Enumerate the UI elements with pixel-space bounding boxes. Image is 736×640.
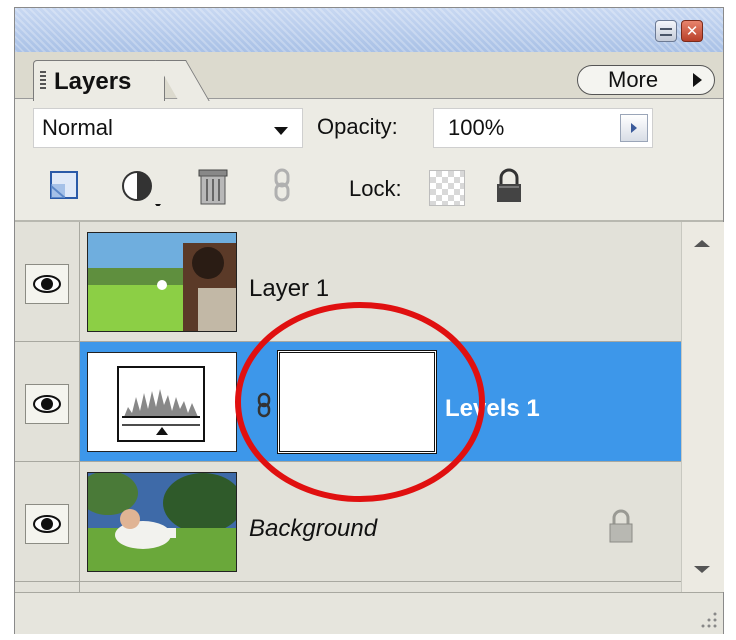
layer-thumbnail (87, 232, 237, 332)
close-icon[interactable]: ✕ (681, 20, 703, 42)
minimize-icon[interactable] (655, 20, 677, 42)
trash-icon[interactable] (193, 166, 233, 206)
tab-label: Layers (54, 68, 132, 95)
lock-icon[interactable] (489, 166, 529, 206)
eye-icon[interactable] (25, 504, 69, 544)
chevron-down-icon (274, 127, 288, 135)
layer-name[interactable]: Layer 1 (249, 274, 329, 304)
layer-name[interactable]: Levels 1 (445, 394, 540, 424)
status-bar (15, 592, 723, 634)
tab-layers[interactable]: Layers (33, 60, 165, 101)
resize-grip-icon[interactable] (695, 606, 719, 630)
lock-icon (609, 509, 633, 543)
eye-icon[interactable] (25, 384, 69, 424)
more-label: More (608, 67, 659, 92)
blend-mode-select[interactable]: Normal (33, 108, 303, 148)
layer-row[interactable]: Layer 1 (15, 222, 681, 342)
opacity-field[interactable]: 100% (433, 108, 653, 148)
tab-row: Layers More (15, 52, 723, 101)
layers-panel: ✕ Layers More Normal Opacity: 100% Lock:… (14, 7, 724, 634)
adjustment-layer-icon[interactable] (117, 166, 167, 206)
scroll-down-icon[interactable] (694, 566, 710, 573)
link-icon[interactable] (267, 166, 297, 206)
link-icon[interactable] (253, 392, 277, 418)
lock-transparency-icon[interactable] (429, 170, 465, 206)
eye-icon[interactable] (25, 264, 69, 304)
opacity-label: Opacity: (317, 114, 398, 139)
new-layer-icon[interactable] (45, 166, 85, 206)
layer-name[interactable]: Background (249, 514, 377, 544)
play-arrow-icon (693, 73, 702, 87)
blend-mode-value: Normal (42, 115, 113, 140)
layers-list: Layer 1 Levels 1 Background (15, 222, 681, 592)
grip-icon (40, 71, 46, 91)
layer-thumbnail (87, 472, 237, 572)
scroll-up-icon[interactable] (694, 240, 710, 247)
levels-histogram-icon (87, 352, 237, 452)
opacity-value: 100% (448, 115, 505, 140)
panel-title-bar[interactable]: ✕ (15, 8, 723, 52)
layer-mask-thumbnail[interactable] (277, 350, 437, 454)
vertical-scrollbar[interactable] (681, 222, 724, 592)
lock-label: Lock: (349, 176, 402, 201)
opacity-slider-button[interactable] (620, 114, 648, 142)
more-button[interactable]: More (577, 65, 715, 95)
layer-row[interactable]: Background (15, 462, 681, 582)
layer-row[interactable]: Levels 1 (15, 342, 681, 462)
